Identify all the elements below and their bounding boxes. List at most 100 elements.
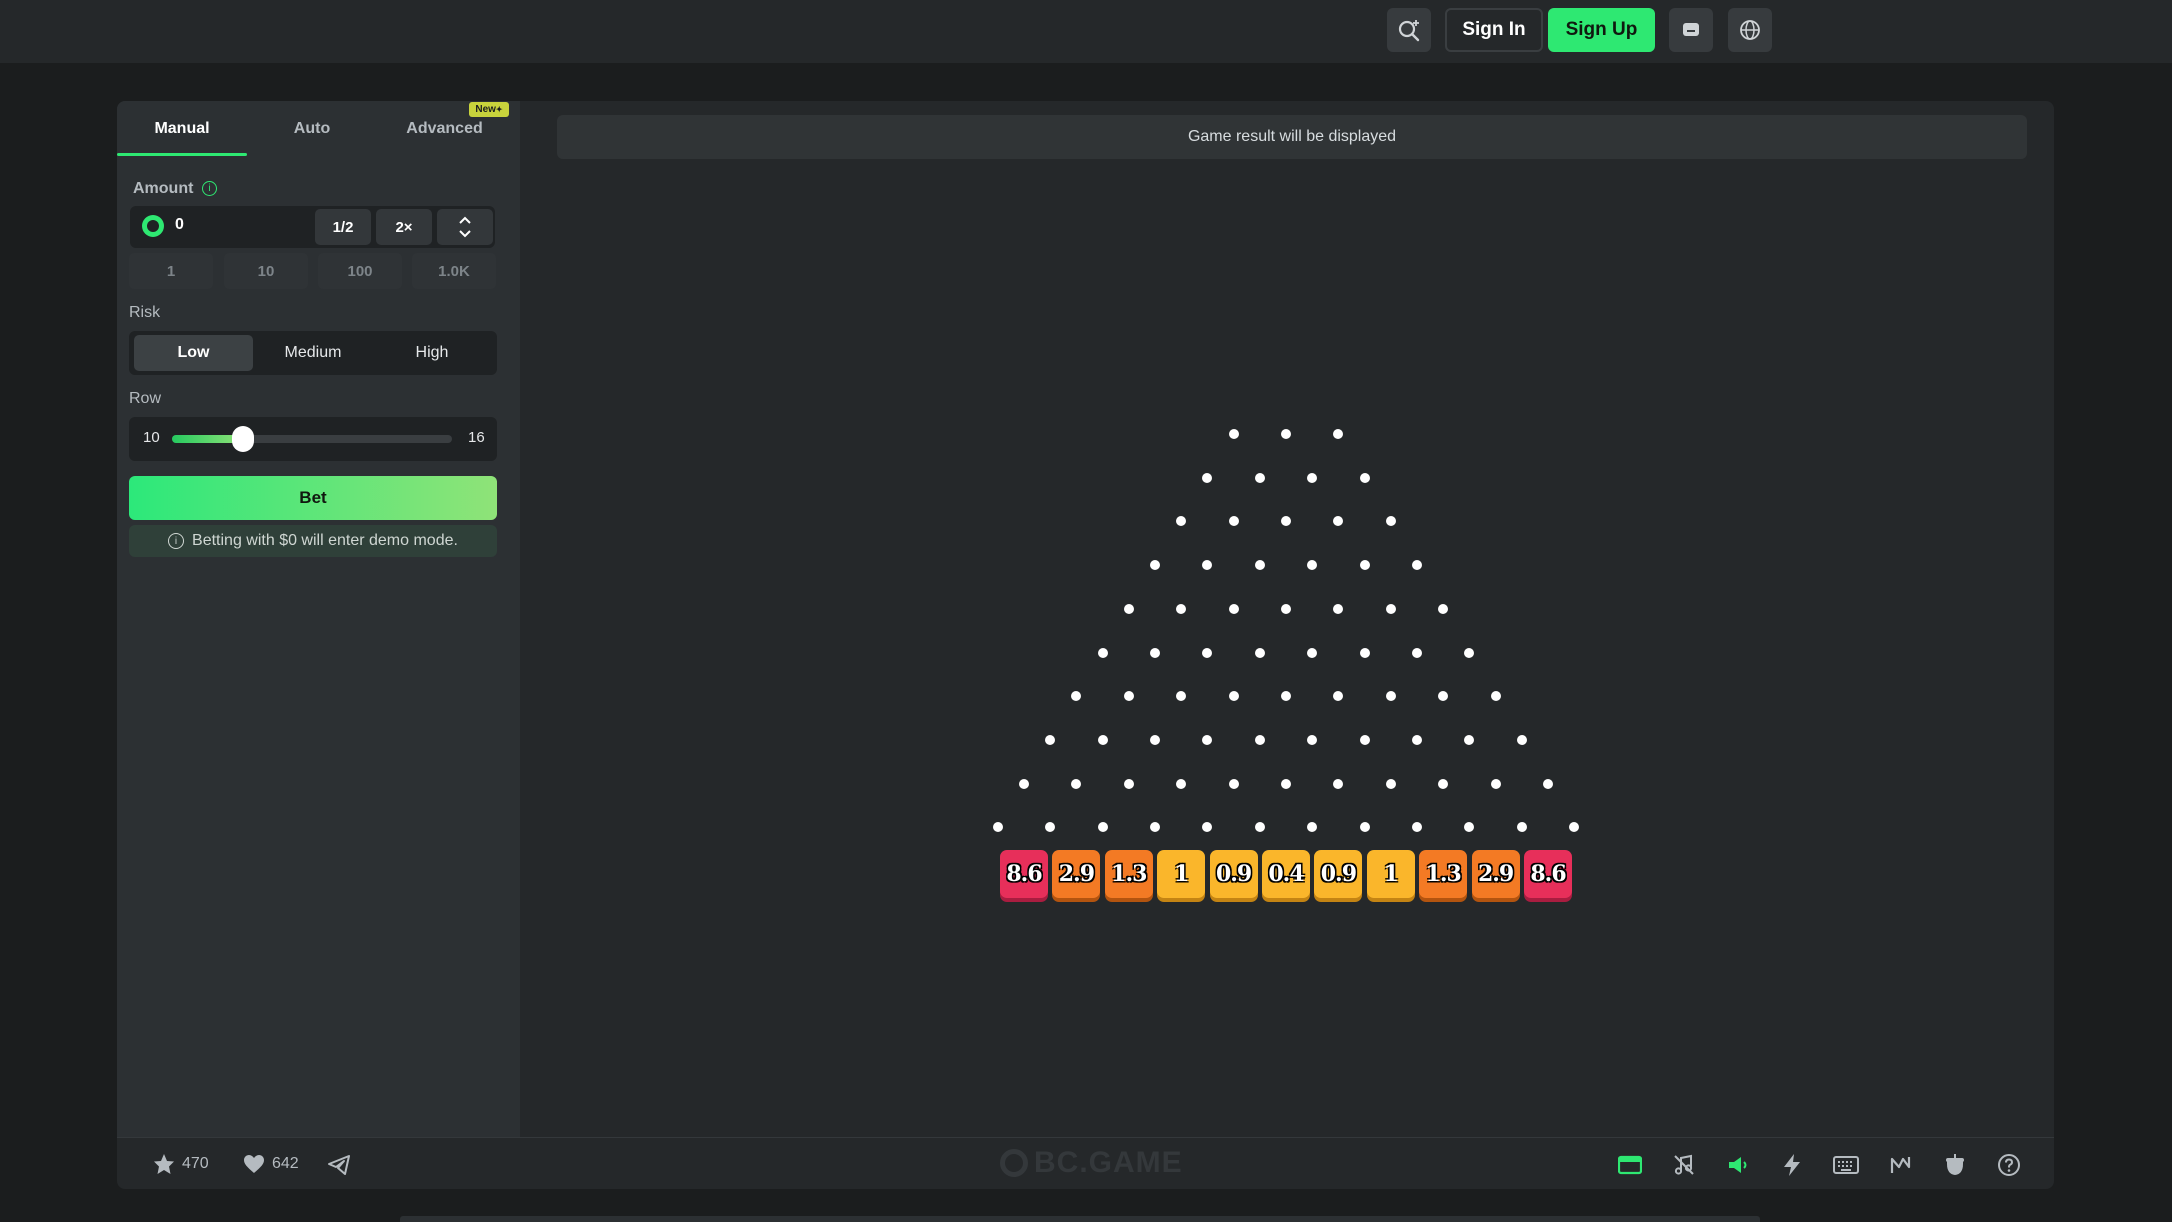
chat-icon bbox=[1683, 23, 1699, 36]
multiplier-slot: 8.6 bbox=[1524, 850, 1572, 898]
help-button[interactable] bbox=[1994, 1150, 2024, 1180]
bc-game-watermark: BC.GAME bbox=[1000, 1146, 1183, 1180]
multiplier-slot: 1.3 bbox=[1419, 850, 1468, 898]
chip-1k[interactable]: 1.0K bbox=[412, 253, 496, 289]
multiplier-slot: 2.9 bbox=[1052, 850, 1101, 898]
turbo-button[interactable] bbox=[1777, 1150, 1807, 1180]
chart-line-icon bbox=[1890, 1157, 1911, 1173]
peg bbox=[1438, 778, 1449, 789]
peg bbox=[1228, 691, 1239, 702]
peg bbox=[1464, 647, 1475, 658]
peg bbox=[1123, 691, 1134, 702]
hotkeys-button[interactable] bbox=[1831, 1150, 1861, 1180]
peg bbox=[1281, 778, 1291, 789]
row-label: Row bbox=[129, 390, 162, 407]
sign-up-button[interactable]: Sign Up bbox=[1548, 8, 1655, 52]
favorite-count[interactable]: 470 bbox=[152, 1152, 209, 1176]
peg bbox=[1071, 778, 1082, 789]
peg bbox=[1359, 472, 1370, 483]
chat-button[interactable] bbox=[1669, 8, 1713, 52]
coin-icon bbox=[142, 215, 164, 237]
double-button[interactable]: 2× bbox=[376, 209, 432, 245]
row-slider[interactable] bbox=[172, 426, 452, 452]
help-icon bbox=[1998, 1154, 2020, 1176]
amount-stepper[interactable] bbox=[437, 209, 493, 245]
peg bbox=[1385, 778, 1396, 789]
heart-icon bbox=[244, 1155, 264, 1173]
bottom-edge bbox=[400, 1216, 1760, 1222]
peg bbox=[1281, 429, 1291, 439]
tab-manual[interactable]: Manual bbox=[117, 101, 247, 157]
footer-divider bbox=[117, 1137, 2054, 1138]
risk-medium[interactable]: Medium bbox=[254, 335, 372, 371]
stats-button[interactable] bbox=[1886, 1150, 1916, 1180]
row-max: 16 bbox=[468, 429, 485, 446]
keyboard-icon bbox=[1833, 1156, 1859, 1174]
like-count[interactable]: 642 bbox=[242, 1152, 299, 1176]
peg bbox=[1385, 691, 1396, 702]
chevron-updown-icon bbox=[459, 216, 471, 238]
peg bbox=[1176, 778, 1187, 789]
acorn-icon bbox=[1946, 1154, 1964, 1175]
chip-1[interactable]: 1 bbox=[129, 253, 213, 289]
layout-button[interactable] bbox=[1615, 1150, 1645, 1180]
chip-10[interactable]: 10 bbox=[224, 253, 308, 289]
music-off-icon bbox=[1674, 1154, 1694, 1175]
risk-high[interactable]: High bbox=[373, 335, 491, 371]
risk-low[interactable]: Low bbox=[134, 335, 253, 371]
multiplier-slot: 1 bbox=[1366, 850, 1415, 898]
top-bar bbox=[0, 0, 2172, 63]
peg bbox=[1307, 472, 1318, 483]
bet-button[interactable]: Bet bbox=[129, 476, 497, 520]
peg bbox=[1307, 647, 1318, 658]
sound-button[interactable] bbox=[1723, 1150, 1753, 1180]
fairness-button[interactable] bbox=[1940, 1150, 1970, 1180]
peg bbox=[1254, 647, 1265, 658]
search-button[interactable] bbox=[1387, 8, 1431, 52]
demo-note: i Betting with $0 will enter demo mode. bbox=[129, 525, 497, 557]
sign-in-button[interactable]: Sign In bbox=[1445, 8, 1543, 52]
peg bbox=[1333, 778, 1344, 789]
music-button[interactable] bbox=[1669, 1150, 1699, 1180]
info-icon: i bbox=[168, 533, 185, 549]
peg bbox=[1281, 603, 1291, 614]
multiplier-slot: 1 bbox=[1157, 850, 1206, 898]
peg bbox=[1490, 691, 1501, 702]
peg bbox=[1228, 516, 1239, 527]
active-tab-indicator bbox=[117, 153, 247, 156]
peg bbox=[1202, 647, 1213, 658]
language-button[interactable] bbox=[1728, 8, 1772, 52]
peg bbox=[1359, 822, 1370, 833]
star-icon bbox=[154, 1154, 174, 1174]
peg bbox=[1385, 603, 1396, 614]
multiplier-slot: 0.4 bbox=[1262, 850, 1310, 898]
card-icon bbox=[1618, 1155, 1642, 1175]
telegram-icon bbox=[328, 1155, 350, 1175]
peg bbox=[1228, 429, 1239, 439]
half-button[interactable]: 1/2 bbox=[315, 209, 371, 245]
peg bbox=[1150, 647, 1160, 658]
globe-icon bbox=[1740, 20, 1760, 40]
peg bbox=[1254, 734, 1265, 745]
multiplier-slot: 0.9 bbox=[1209, 850, 1258, 898]
peg bbox=[1123, 603, 1134, 614]
search-icon bbox=[1398, 20, 1420, 42]
risk-label: Risk bbox=[129, 304, 161, 321]
peg bbox=[1254, 560, 1265, 571]
tab-auto[interactable]: Auto bbox=[247, 101, 377, 157]
share-button[interactable] bbox=[324, 1150, 354, 1180]
game-result-bar: Game result will be displayed bbox=[557, 115, 2027, 159]
peg bbox=[1019, 778, 1029, 789]
peg bbox=[1097, 647, 1108, 658]
likes-count: 642 bbox=[272, 1155, 299, 1172]
peg bbox=[1359, 734, 1370, 745]
peg bbox=[1438, 603, 1449, 614]
row-slider-handle[interactable] bbox=[232, 426, 254, 452]
amount-value[interactable]: 0 bbox=[175, 216, 184, 234]
chip-100[interactable]: 100 bbox=[318, 253, 402, 289]
peg bbox=[1412, 734, 1422, 745]
row-min: 10 bbox=[143, 429, 160, 446]
watermark-text: BC.GAME bbox=[1034, 1146, 1183, 1179]
info-icon[interactable]: i bbox=[202, 181, 217, 196]
peg bbox=[1490, 778, 1501, 789]
